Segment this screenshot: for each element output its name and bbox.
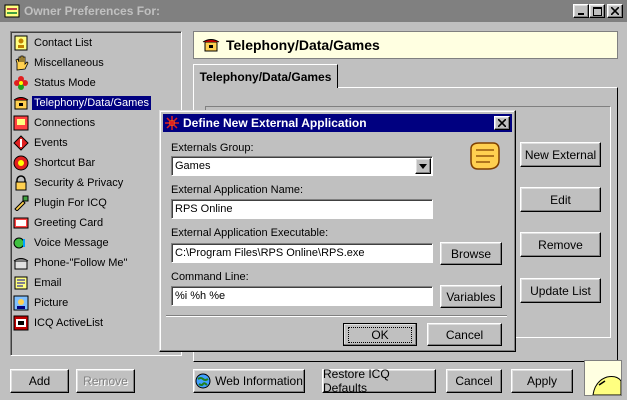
app-executable-value: C:\Program Files\RPS Online\RPS.exe bbox=[175, 247, 365, 259]
new-external-button[interactable]: New External bbox=[520, 142, 601, 167]
sidebar-item-miscellaneous[interactable]: Miscellaneous bbox=[13, 54, 179, 72]
sidebar-item-picture[interactable]: Picture bbox=[13, 294, 179, 312]
remove-button[interactable]: Remove bbox=[76, 369, 135, 393]
sidebar-item-security[interactable]: Security & Privacy bbox=[13, 174, 179, 192]
sidebar-item-greeting-card[interactable]: Greeting Card bbox=[13, 214, 179, 232]
restore-defaults-button[interactable]: Restore ICQ Defaults bbox=[322, 367, 436, 395]
plugin-icon bbox=[13, 195, 29, 211]
chevron-down-icon bbox=[419, 163, 427, 169]
browse-button[interactable]: Browse bbox=[440, 242, 502, 265]
flower-icon bbox=[13, 75, 29, 91]
dialog-cancel-button[interactable]: Cancel bbox=[427, 323, 502, 346]
sidebar-item-label: Contact List bbox=[34, 37, 93, 49]
sidebar-item-shortcut-bar[interactable]: Shortcut Bar bbox=[13, 154, 179, 172]
globe-icon bbox=[195, 373, 211, 389]
app-name-value: RPS Online bbox=[175, 203, 233, 215]
sidebar-item-email[interactable]: Email bbox=[13, 274, 179, 292]
sidebar-item-label: Status Mode bbox=[34, 77, 96, 89]
dialog-divider bbox=[166, 315, 507, 317]
maximize-button[interactable] bbox=[589, 4, 605, 18]
sidebar-item-label: Email bbox=[34, 277, 62, 289]
dialog-close-button[interactable] bbox=[494, 116, 510, 130]
dialog-app-icon bbox=[165, 116, 179, 130]
update-list-button[interactable]: Update List bbox=[520, 278, 601, 303]
hand-icon bbox=[13, 55, 29, 71]
sidebar-item-label: Shortcut Bar bbox=[34, 157, 96, 169]
ok-label: OK bbox=[348, 326, 412, 343]
sidebar-item-label: Miscellaneous bbox=[34, 57, 104, 69]
sidebar-item-icq-activelist[interactable]: ICQ ActiveList bbox=[13, 314, 179, 332]
externals-group-value: Games bbox=[175, 160, 211, 172]
sidebar-item-label: Telephony/Data/Games bbox=[32, 96, 151, 110]
sidebar-item-label: Connections bbox=[34, 117, 96, 129]
section-header: Telephony/Data/Games bbox=[193, 31, 618, 59]
remove-external-button[interactable]: Remove bbox=[520, 232, 601, 257]
phone-follow-icon bbox=[13, 255, 29, 271]
maximize-icon bbox=[592, 6, 602, 16]
minimize-icon bbox=[578, 13, 584, 15]
phone-icon bbox=[13, 95, 29, 111]
sidebar-item-plugin[interactable]: Plugin For ICQ bbox=[13, 194, 179, 212]
events-icon bbox=[13, 135, 29, 151]
email-icon bbox=[13, 275, 29, 291]
sidebar-item-label: Voice Message bbox=[34, 237, 109, 249]
sidebar-item-voice-message[interactable]: Voice Message bbox=[13, 234, 179, 252]
sidebar-item-label: Greeting Card bbox=[34, 217, 104, 229]
fist-icon bbox=[466, 139, 502, 176]
sidebar-item-label: Events bbox=[34, 137, 68, 149]
sidebar-item-status-mode[interactable]: Status Mode bbox=[13, 74, 179, 92]
app-executable-label: External Application Executable: bbox=[171, 227, 329, 239]
app-icon bbox=[4, 3, 20, 19]
minimize-button[interactable] bbox=[573, 4, 589, 18]
dropdown-button[interactable] bbox=[415, 158, 431, 174]
sidebar-item-label: Security & Privacy bbox=[34, 177, 124, 189]
command-line-input[interactable]: %i %h %e bbox=[171, 286, 433, 306]
lock-icon bbox=[13, 175, 29, 191]
variables-button[interactable]: Variables bbox=[440, 285, 502, 308]
web-information-button[interactable]: Web Information bbox=[193, 369, 305, 393]
close-icon bbox=[498, 119, 506, 127]
window-title: Owner Preferences For: bbox=[24, 4, 161, 18]
picture-icon bbox=[13, 295, 29, 311]
voice-icon bbox=[13, 235, 29, 251]
app-name-input[interactable]: RPS Online bbox=[171, 199, 433, 219]
sidebar-item-phone-follow-me[interactable]: Phone-"Follow Me" bbox=[13, 254, 179, 272]
sidebar-item-label: Picture bbox=[34, 297, 69, 309]
apply-button[interactable]: Apply bbox=[511, 369, 573, 393]
shortcut-icon bbox=[13, 155, 29, 171]
connections-icon bbox=[13, 115, 29, 131]
externals-group-label: Externals Group: bbox=[171, 142, 254, 154]
close-button[interactable] bbox=[607, 4, 623, 18]
icq-mascot-image bbox=[584, 360, 622, 396]
command-line-label: Command Line: bbox=[171, 271, 249, 283]
section-title: Telephony/Data/Games bbox=[226, 37, 380, 53]
add-button[interactable]: Add bbox=[10, 369, 69, 393]
command-line-value: %i %h %e bbox=[175, 290, 226, 302]
edit-button[interactable]: Edit bbox=[520, 187, 601, 212]
externals-group-select[interactable]: Games bbox=[171, 156, 433, 176]
dialog-title-bar[interactable]: Define New External Application bbox=[163, 114, 512, 132]
cancel-button[interactable]: Cancel bbox=[446, 369, 502, 393]
tab-telephony[interactable]: Telephony/Data/Games bbox=[193, 64, 338, 88]
sidebar-item-label: ICQ ActiveList bbox=[34, 317, 104, 329]
web-information-label: Web Information bbox=[215, 374, 303, 388]
sidebar-item-events[interactable]: Events bbox=[13, 134, 179, 152]
close-icon bbox=[611, 7, 619, 15]
contact-list-icon bbox=[13, 35, 29, 51]
sidebar-item-label: Plugin For ICQ bbox=[34, 197, 107, 209]
dialog-title: Define New External Application bbox=[183, 116, 367, 130]
preferences-category-list[interactable]: Contact List Miscellaneous Status Mode T… bbox=[10, 31, 182, 356]
sidebar-item-connections[interactable]: Connections bbox=[13, 114, 179, 132]
define-external-dialog: Define New External Application External… bbox=[159, 110, 516, 352]
app-executable-input[interactable]: C:\Program Files\RPS Online\RPS.exe bbox=[171, 243, 433, 263]
app-name-label: External Application Name: bbox=[171, 184, 304, 196]
activelist-icon bbox=[13, 315, 29, 331]
ok-button[interactable]: OK bbox=[343, 323, 417, 346]
phone-icon bbox=[202, 37, 220, 53]
sidebar-item-label: Phone-"Follow Me" bbox=[34, 257, 128, 269]
card-icon bbox=[13, 215, 29, 231]
sidebar-item-contact-list[interactable]: Contact List bbox=[13, 34, 179, 52]
sidebar-item-telephony[interactable]: Telephony/Data/Games bbox=[13, 94, 179, 112]
window-title-bar[interactable]: Owner Preferences For: bbox=[0, 0, 627, 22]
